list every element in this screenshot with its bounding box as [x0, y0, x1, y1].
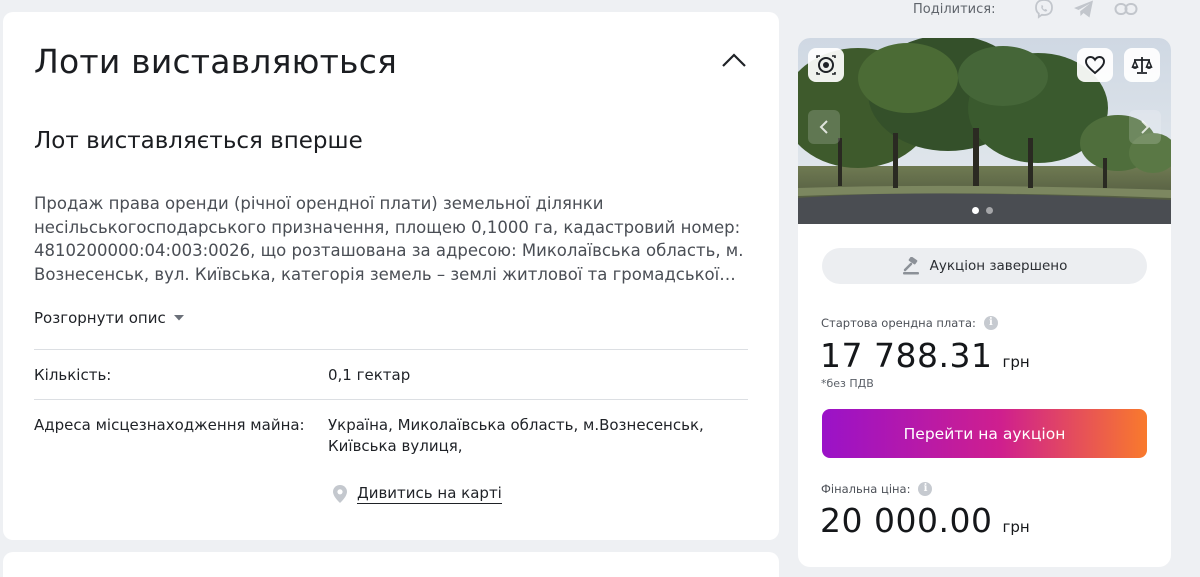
address-value: Україна, Миколаївська область, м.Вознесе… [328, 416, 704, 455]
final-price-label-row: Фінальна ціна: i [821, 482, 933, 496]
final-price-value: 20 000.00 [820, 501, 993, 540]
lot-photo[interactable] [798, 38, 1171, 224]
final-price-currency: грн [1002, 518, 1030, 536]
quantity-label: Кількість: [34, 366, 112, 384]
final-price-row: 20 000.00 грн [820, 501, 1030, 540]
auction-card: Аукціон завершено Стартова орендна плата… [798, 38, 1171, 567]
address-label: Адреса місцезнаходження майна: [34, 416, 305, 434]
start-price-value: 17 788.31 [820, 336, 993, 375]
heart-icon [1085, 56, 1105, 75]
start-price-row: 17 788.31 грн [820, 336, 1030, 375]
compare-button[interactable] [1124, 48, 1160, 82]
prev-photo-button[interactable] [808, 110, 840, 144]
divider [34, 349, 748, 350]
auction-status-text: Аукціон завершено [929, 258, 1068, 274]
scales-icon [1131, 57, 1153, 74]
viber-icon[interactable] [1032, 0, 1056, 20]
view-on-map-label: Дивитись на карті [357, 484, 502, 504]
info-icon[interactable]: i [983, 316, 998, 330]
next-photo-button[interactable] [1129, 110, 1161, 144]
chevron-left-icon [819, 120, 828, 134]
view-on-map-link[interactable]: Дивитись на карті [331, 484, 502, 504]
start-price-label-row: Стартова орендна плата: i [821, 316, 998, 330]
lot-photo-image [798, 38, 1171, 224]
next-section-card [3, 552, 779, 577]
map-pin-icon [333, 485, 347, 503]
start-price-currency: грн [1002, 353, 1030, 371]
telegram-icon[interactable] [1072, 0, 1096, 20]
go-to-auction-button[interactable]: Перейти на аукціон [822, 409, 1147, 458]
view-360-button[interactable] [808, 48, 844, 82]
caret-down-icon [173, 315, 184, 321]
final-price-label: Фінальна ціна: [821, 482, 911, 496]
link-icon[interactable] [1114, 0, 1138, 20]
chevron-up-icon [722, 53, 746, 67]
quantity-value: 0,1 гектар [328, 366, 411, 384]
pagination-dot-active[interactable] [972, 207, 979, 214]
pagination-dot[interactable] [986, 207, 993, 214]
auction-status-badge: Аукціон завершено [822, 248, 1147, 284]
chevron-right-icon [1141, 120, 1150, 134]
collapse-button[interactable] [719, 48, 749, 72]
info-icon[interactable]: i [918, 482, 933, 496]
favorite-button[interactable] [1077, 48, 1113, 82]
expand-description-label: Розгорнути опис [34, 309, 166, 327]
eye-scan-icon [816, 55, 836, 75]
share-label: Поділитися: [913, 2, 996, 17]
photo-pagination [972, 207, 993, 214]
divider [34, 399, 748, 400]
lot-details-card: Лоти виставляються Лот виставляється впе… [3, 12, 779, 540]
section-title: Лоти виставляються [34, 42, 398, 81]
expand-description-button[interactable]: Розгорнути опис [34, 309, 184, 327]
lot-description: Продаж права оренди (річної орендної пла… [34, 194, 744, 284]
start-price-label: Стартова орендна плата: [821, 316, 976, 330]
gavel-icon [902, 257, 919, 275]
vat-note: *без ПДВ [821, 377, 874, 390]
lot-subtitle: Лот виставляється вперше [34, 128, 363, 154]
